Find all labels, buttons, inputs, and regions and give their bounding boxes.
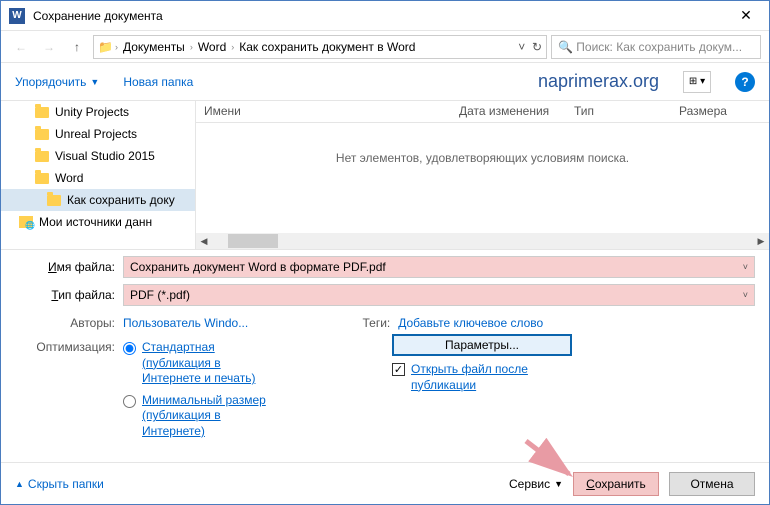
tags-value[interactable]: Добавьте ключевое слово <box>398 316 543 330</box>
word-app-icon: W <box>9 8 25 24</box>
tools-dropdown[interactable]: Сервис ▼ <box>509 477 563 491</box>
folder-icon <box>35 173 49 184</box>
breadcrumb-item[interactable]: Word <box>195 40 229 54</box>
sidebar-item[interactable]: Мои источники данн <box>1 211 195 233</box>
search-placeholder: Поиск: Как сохранить докум... <box>576 40 742 54</box>
checkbox-icon[interactable]: ✓ <box>392 363 405 376</box>
radio-input[interactable] <box>123 342 136 355</box>
optimization-label: Оптимизация: <box>15 340 123 440</box>
up-button[interactable]: ↑ <box>65 35 89 59</box>
sidebar-item[interactable]: Word <box>1 167 195 189</box>
breadcrumb-item[interactable]: Как сохранить документ в Word <box>236 40 418 54</box>
hide-folders-button[interactable]: ▲ Скрыть папки <box>15 477 104 491</box>
folder-tree: Unity Projects Unreal Projects Visual St… <box>1 101 196 249</box>
organize-button[interactable]: Упорядочить ▼ <box>15 75 99 89</box>
sidebar-item-selected[interactable]: Как сохранить доку <box>1 189 195 211</box>
sidebar-item[interactable]: Unreal Projects <box>1 123 195 145</box>
horizontal-scrollbar[interactable]: ◀ ▶ <box>196 233 769 249</box>
chevron-right-icon: › <box>231 42 234 52</box>
breadcrumb-dropdown[interactable]: ˅ ↻ <box>518 40 542 54</box>
chevron-down-icon[interactable]: ˅ <box>743 262 748 272</box>
folder-icon <box>35 107 49 118</box>
back-button[interactable]: ← <box>9 35 33 59</box>
column-type[interactable]: Тип <box>566 101 671 122</box>
radio-input[interactable] <box>123 395 136 408</box>
titlebar: W Сохранение документа ✕ <box>1 1 769 31</box>
toolbar: Упорядочить ▼ Новая папка naprimerax.org… <box>1 63 769 101</box>
authors-value[interactable]: Пользователь Windo... <box>123 316 248 330</box>
scroll-thumb[interactable] <box>228 234 278 248</box>
tags-label: Теги: <box>348 316 398 330</box>
chevron-down-icon[interactable]: ˅ <box>743 290 748 300</box>
file-list: Имени Дата изменения Тип Размера Нет эле… <box>196 101 769 249</box>
chevron-up-icon: ▲ <box>15 479 24 489</box>
scroll-left-icon[interactable]: ◀ <box>196 236 212 247</box>
data-sources-icon <box>19 216 33 228</box>
footer: ▲ Скрыть папки Сервис ▼ Сохранить Отмена <box>1 462 769 504</box>
view-options-button[interactable]: ⊞ ▾ <box>683 71 711 93</box>
cancel-button[interactable]: Отмена <box>669 472 755 496</box>
window-title: Сохранение документа <box>33 9 731 23</box>
options-button[interactable]: Параметры... <box>392 334 572 356</box>
sidebar-item[interactable]: Visual Studio 2015 <box>1 145 195 167</box>
breadcrumb-item[interactable]: Документы <box>120 40 188 54</box>
folder-icon <box>47 195 61 206</box>
main-area: Unity Projects Unreal Projects Visual St… <box>1 101 769 249</box>
open-after-checkbox[interactable]: ✓ Открыть файл после публикации <box>392 362 572 393</box>
search-input[interactable]: 🔍 Поиск: Как сохранить докум... <box>551 35 761 59</box>
filetype-label: Тип файла: <box>15 288 123 302</box>
column-headers: Имени Дата изменения Тип Размера <box>196 101 769 123</box>
folder-icon <box>35 129 49 140</box>
help-button[interactable]: ? <box>735 72 755 92</box>
chevron-down-icon: ▼ <box>554 479 563 489</box>
folder-icon <box>35 151 49 162</box>
search-icon: 🔍 <box>558 40 576 54</box>
filename-input[interactable]: Сохранить документ Word в формате PDF.pd… <box>123 256 755 278</box>
chevron-right-icon: › <box>115 42 118 52</box>
save-button[interactable]: Сохранить <box>573 472 659 496</box>
optimization-group: Оптимизация: Стандартная (публикация в И… <box>15 334 272 440</box>
column-size[interactable]: Размера <box>671 101 751 122</box>
empty-message: Нет элементов, удовлетворяющих условиям … <box>196 123 769 165</box>
filetype-select[interactable]: PDF (*.pdf) ˅ <box>123 284 755 306</box>
authors-label: Авторы: <box>15 316 123 330</box>
column-name[interactable]: Имени <box>196 101 451 122</box>
brand-watermark: naprimerax.org <box>538 71 659 92</box>
chevron-down-icon: ▼ <box>90 77 99 87</box>
new-folder-button[interactable]: Новая папка <box>123 75 193 89</box>
column-date[interactable]: Дата изменения <box>451 101 566 122</box>
close-button[interactable]: ✕ <box>731 7 761 24</box>
radio-standard[interactable]: Стандартная (публикация в Интернете и пе… <box>123 340 272 387</box>
chevron-right-icon: › <box>190 42 193 52</box>
radio-minimal[interactable]: Минимальный размер (публикация в Интерне… <box>123 393 272 440</box>
filename-label: Имя файла: <box>15 260 123 274</box>
folder-icon: 📁 <box>98 40 113 54</box>
scroll-right-icon[interactable]: ▶ <box>753 236 769 247</box>
forward-button[interactable]: → <box>37 35 61 59</box>
navigation-bar: ← → ↑ 📁 › Документы › Word › Как сохрани… <box>1 31 769 63</box>
breadcrumb[interactable]: 📁 › Документы › Word › Как сохранить док… <box>93 35 547 59</box>
sidebar-item[interactable]: Unity Projects <box>1 101 195 123</box>
save-form: Имя файла: Сохранить документ Word в фор… <box>1 249 769 440</box>
